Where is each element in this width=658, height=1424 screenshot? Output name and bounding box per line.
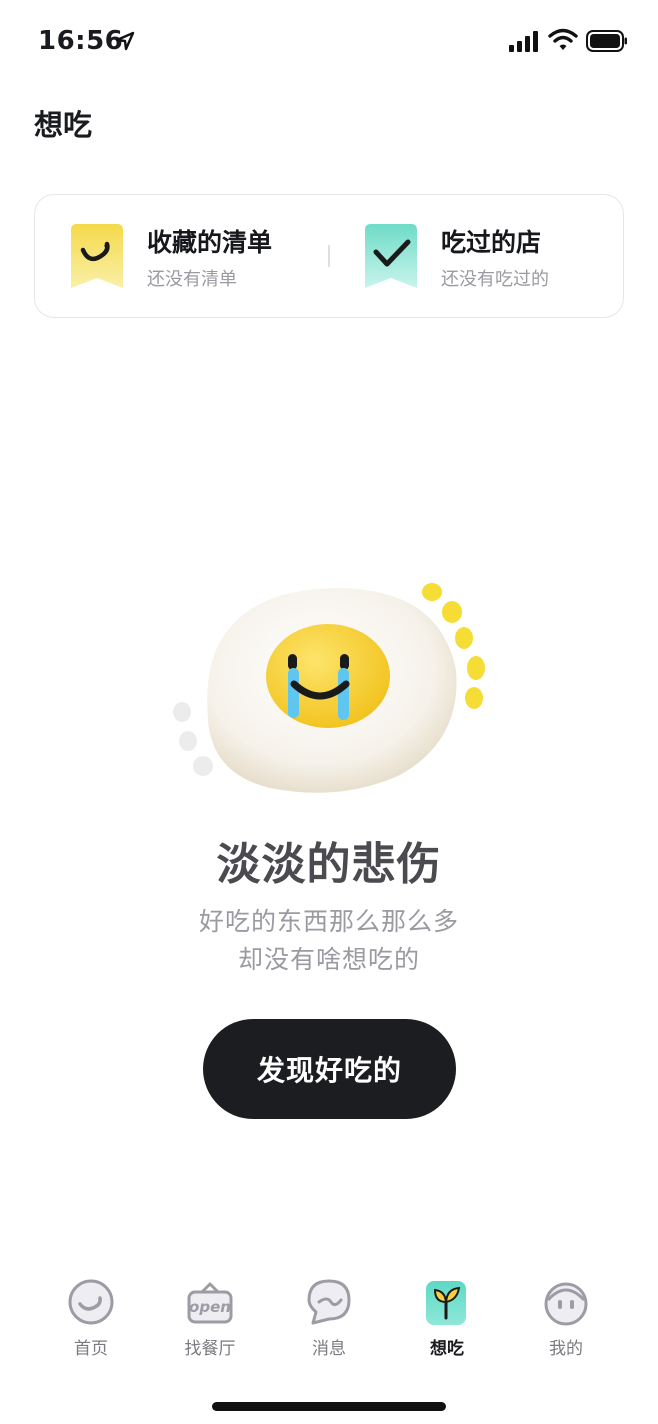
empty-state-line-1: 好吃的东西那么那么多: [198, 907, 459, 936]
bookmark-smile-icon: [71, 224, 123, 288]
visited-stores-title: 吃过的店: [441, 228, 542, 257]
profile-face-icon: [544, 1282, 588, 1326]
home-face-icon: [68, 1279, 114, 1325]
saved-lists-title: 收藏的清单: [147, 228, 273, 257]
cellular-signal-icon: [509, 31, 538, 52]
svg-text:open: open: [189, 1298, 231, 1316]
tab-want-to-eat-label: 想吃: [430, 1339, 464, 1359]
tab-home[interactable]: 首页: [36, 1270, 146, 1370]
bookmark-check-icon: [365, 224, 417, 288]
tab-want-to-eat[interactable]: 想吃: [392, 1270, 502, 1370]
tab-messages-label: 消息: [312, 1339, 346, 1359]
battery-icon: [586, 30, 627, 52]
tab-profile-label: 我的: [549, 1339, 583, 1359]
empty-state-title: 淡淡的悲伤: [216, 839, 442, 890]
discover-food-button[interactable]: 发现好吃的: [203, 1019, 456, 1119]
saved-lists-subtitle: 还没有清单: [147, 269, 237, 290]
status-bar: 16:56: [0, 0, 658, 84]
home-indicator: [212, 1402, 446, 1411]
location-arrow-icon: [115, 31, 135, 51]
visited-stores-subtitle: 还没有吃过的: [441, 269, 549, 290]
saved-lists-entry[interactable]: 收藏的清单 还没有清单: [35, 195, 329, 319]
tab-find-restaurant-label: 找餐厅: [184, 1339, 236, 1359]
tab-find-restaurant[interactable]: open 找餐厅: [155, 1270, 265, 1370]
tab-bar: 首页 open 找餐厅 消息 想吃 我的: [0, 1270, 658, 1370]
tab-messages[interactable]: 消息: [274, 1270, 384, 1370]
tab-profile[interactable]: 我的: [511, 1270, 621, 1370]
wifi-icon: [548, 28, 578, 50]
status-time: 16:56: [38, 26, 124, 56]
sprout-icon: [426, 1281, 466, 1325]
tab-home-label: 首页: [74, 1339, 108, 1359]
message-bubble-icon: [307, 1279, 351, 1325]
screen: 16:56 想吃 收藏的清单 还没有清单 吃过的店 还没有吃过的 淡淡的悲伤 好…: [0, 0, 658, 1424]
open-sign-icon: open: [187, 1282, 233, 1324]
page-title: 想吃: [34, 108, 93, 142]
empty-state-line-2: 却没有啥想吃的: [237, 945, 420, 974]
crying-egg-illustration: [173, 583, 485, 793]
visited-stores-entry[interactable]: 吃过的店 还没有吃过的: [329, 195, 625, 319]
summary-card: 收藏的清单 还没有清单 吃过的店 还没有吃过的: [34, 194, 624, 318]
